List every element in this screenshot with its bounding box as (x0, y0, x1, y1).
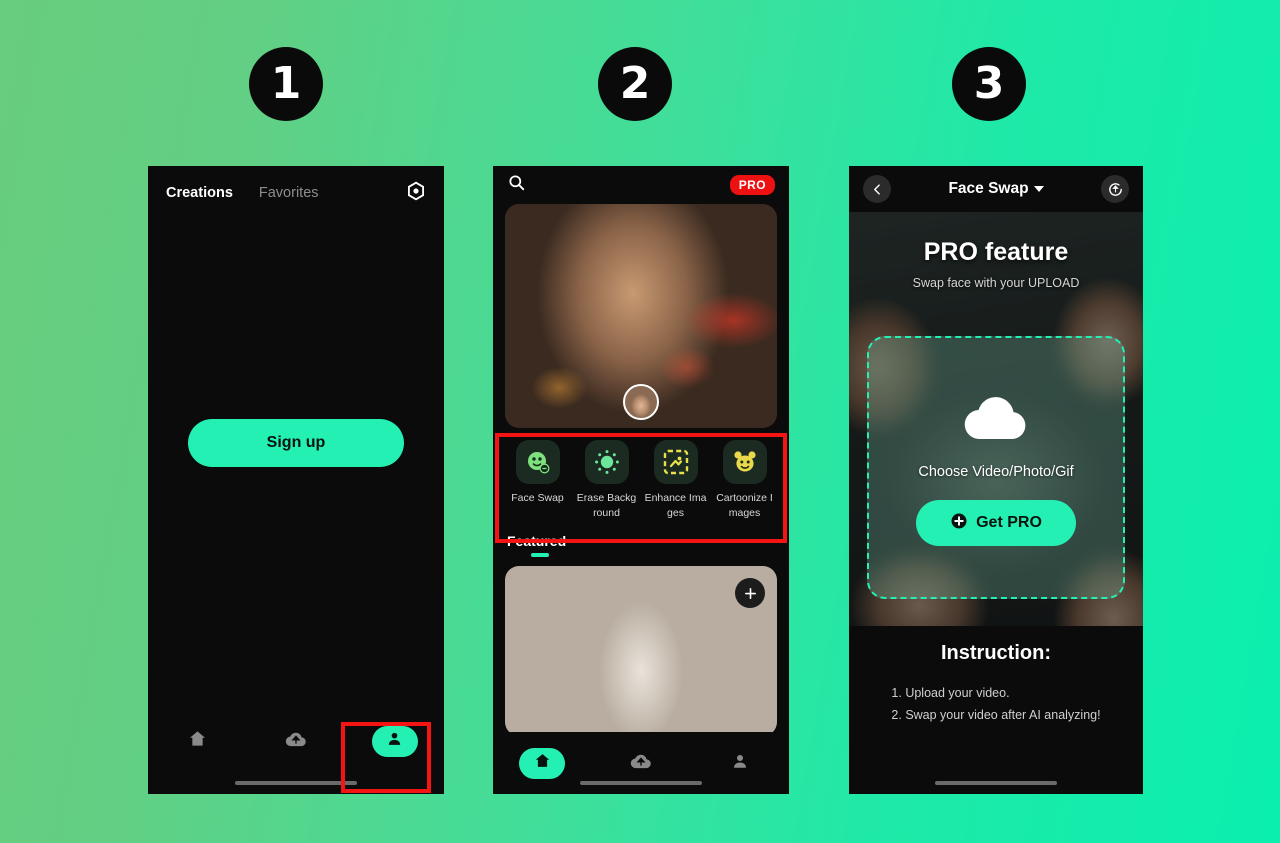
cartoonize-images-icon (722, 440, 767, 484)
featured-title: Featured (507, 533, 567, 550)
phone3-hero-text: PRO feature Swap face with your UPLOAD (849, 212, 1143, 290)
phone1-empty-state: Sign up (148, 208, 444, 678)
upload-history-icon[interactable] (1101, 175, 1129, 203)
tab-creations[interactable]: Creations (166, 185, 233, 201)
avatar[interactable] (623, 384, 659, 420)
nav-item-upload[interactable] (247, 729, 346, 753)
upload-dropzone[interactable]: Choose Video/Photo/Gif Get PRO (867, 336, 1125, 599)
tools-strip: Face Swap Erase Background Enhance Image… (493, 428, 789, 530)
nav-item-profile[interactable] (345, 725, 444, 757)
step-badge-3-number: 3 (973, 58, 1005, 109)
sign-up-button[interactable]: Sign up (188, 419, 404, 467)
step-badge-1-number: 1 (270, 58, 302, 109)
chevron-down-icon (1033, 185, 1044, 192)
cloud-upload-icon (285, 729, 307, 753)
home-indicator (580, 781, 702, 785)
step-badge-3: 3 (952, 47, 1026, 121)
tool-erase-background[interactable]: Erase Background (572, 440, 641, 521)
phone1-header: Creations Favorites (148, 166, 444, 208)
get-pro-button[interactable]: Get PRO (916, 500, 1076, 546)
choose-media-label: Choose Video/Photo/Gif (918, 464, 1074, 480)
instruction-list: 1. Upload your video. 2. Swap your video… (891, 683, 1100, 727)
home-indicator (235, 781, 357, 785)
cloud-upload-icon (630, 751, 652, 775)
tab-favorites[interactable]: Favorites (259, 185, 319, 201)
search-icon[interactable] (507, 173, 526, 197)
nav-item-home[interactable] (148, 729, 247, 753)
enhance-images-icon (653, 440, 698, 484)
featured-section-header: Featured (493, 529, 789, 558)
featured-underline (531, 553, 549, 558)
plus-icon[interactable] (735, 578, 765, 609)
step-badge-1: 1 (249, 47, 323, 121)
back-arrow-icon[interactable] (863, 175, 891, 203)
page-title[interactable]: Face Swap (891, 180, 1101, 198)
get-pro-label: Get PRO (976, 514, 1042, 531)
profile-icon (386, 730, 403, 752)
profile-icon (731, 752, 749, 775)
face-swap-icon (515, 440, 560, 484)
tool-face-swap[interactable]: Face Swap (503, 440, 572, 521)
phone2-hero-image[interactable] (505, 204, 777, 428)
tool-label-enhance-images: Enhance Images (644, 492, 707, 520)
featured-card[interactable] (505, 566, 777, 737)
erase-background-icon (584, 440, 629, 484)
home-indicator (935, 781, 1057, 785)
plus-circle-icon (950, 512, 968, 535)
nav-item-home[interactable] (493, 747, 592, 779)
tool-cartoonize-images[interactable]: Cartoonize Images (710, 440, 779, 521)
instruction-item-1: 1. Upload your video. (891, 686, 1010, 700)
phone-screen-1: Creations Favorites Sign up (148, 166, 444, 794)
phone3-header: Face Swap (849, 166, 1143, 212)
pro-badge[interactable]: PRO (729, 175, 775, 195)
step-badge-2: 2 (598, 47, 672, 121)
cloud-upload-icon (963, 389, 1029, 450)
nav-item-upload[interactable] (592, 751, 691, 775)
pro-feature-subtitle: Swap face with your UPLOAD (912, 276, 1080, 290)
instruction-title: Instruction: (941, 642, 1051, 664)
phone2-bottom-nav (493, 732, 789, 794)
step-badge-2-number: 2 (619, 58, 651, 109)
phone1-bottom-nav (148, 710, 444, 772)
gear-icon[interactable] (406, 181, 426, 206)
phone-screen-2: PRO Face Swap Erase Background Enhance I… (493, 166, 789, 794)
home-icon (188, 729, 207, 753)
tool-label-face-swap: Face Swap (511, 492, 564, 504)
pro-feature-title: PRO feature (923, 238, 1069, 266)
nav-item-profile[interactable] (690, 752, 789, 775)
instruction-item-2: 2. Swap your video after AI analyzing! (891, 707, 1101, 722)
tool-enhance-images[interactable]: Enhance Images (641, 440, 710, 521)
profile-active-pill (371, 725, 418, 757)
phone-screen-3: Face Swap PRO feature Swap face with you… (849, 166, 1143, 794)
phone2-topbar: PRO (493, 166, 789, 204)
tool-label-cartoonize-images: Cartoonize Images (716, 492, 773, 520)
home-active-pill (519, 747, 566, 779)
home-icon (534, 752, 551, 774)
tool-label-erase-background: Erase Background (576, 492, 637, 520)
page-title-text: Face Swap (948, 180, 1029, 197)
instruction-section: Instruction: 1. Upload your video. 2. Sw… (849, 626, 1143, 794)
